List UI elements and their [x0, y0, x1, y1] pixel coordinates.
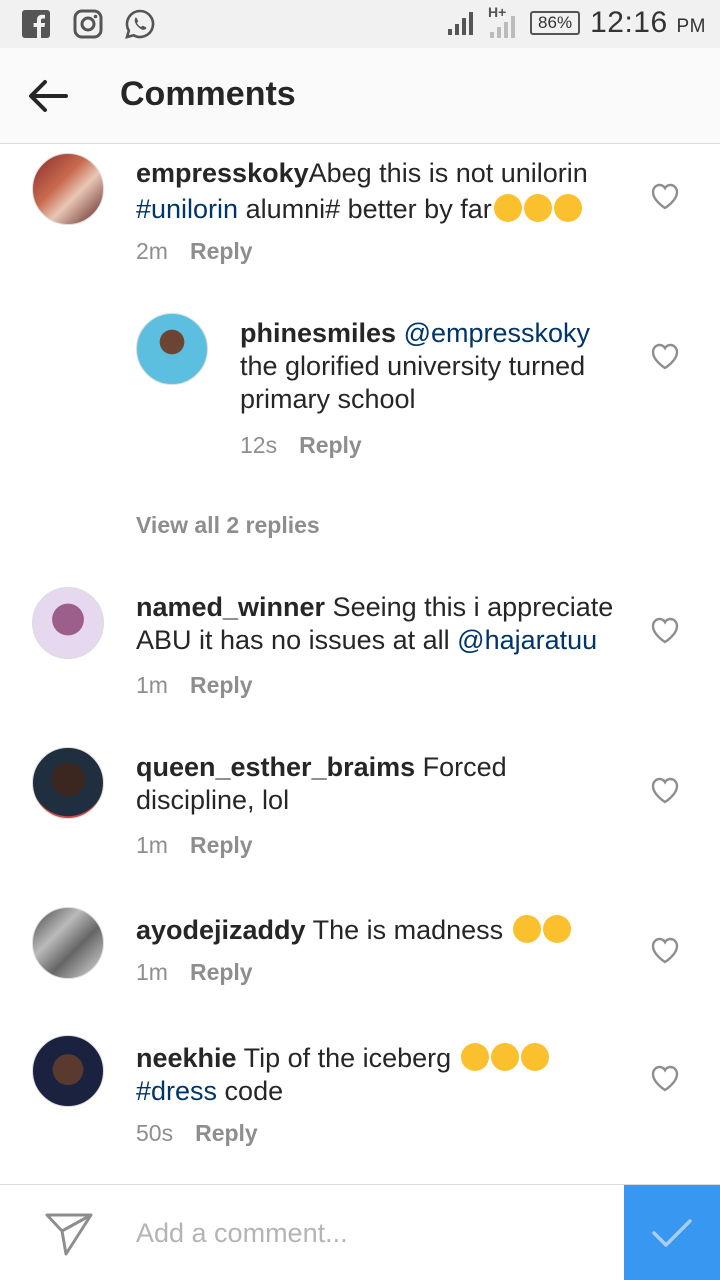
back-button[interactable] [24, 74, 72, 118]
avatar[interactable] [136, 313, 208, 385]
heart-icon[interactable] [650, 936, 680, 964]
comments-list[interactable]: empresskokyAbeg this is not unilorin #un… [0, 145, 720, 1185]
emoji-icon [523, 194, 552, 222]
comment-body: code [217, 1076, 284, 1106]
heart-icon[interactable] [650, 776, 680, 804]
avatar[interactable] [32, 587, 104, 659]
hashtag-link[interactable]: #unilorin [136, 194, 238, 224]
heart-icon[interactable] [650, 182, 680, 210]
comment-composer [0, 1184, 720, 1280]
emoji-icon [460, 1043, 489, 1071]
checkmark-icon [652, 1219, 692, 1247]
reply-button[interactable]: Reply [190, 832, 253, 859]
view-replies-button[interactable]: View all 2 replies [136, 512, 320, 539]
reply-button[interactable]: Reply [195, 1120, 258, 1147]
hashtag-link[interactable]: #dress [136, 1076, 217, 1106]
avatar[interactable] [32, 907, 104, 979]
heart-icon[interactable] [650, 342, 680, 370]
comment-meta: 1m Reply [136, 672, 253, 699]
comment-username[interactable]: neekhie [136, 1043, 237, 1073]
comment-body: Abeg this is not unilorin [308, 158, 588, 188]
reply-button[interactable]: Reply [190, 959, 253, 986]
comment-text: named_winner Seeing this i appreciate AB… [136, 591, 626, 657]
page-title: Comments [120, 75, 296, 113]
emoji-icon [490, 1043, 519, 1071]
app-header: Comments [0, 48, 720, 144]
comment-time: 12s [240, 432, 278, 458]
mobile-data-indicator: H+ [486, 4, 520, 40]
comment-time: 50s [136, 1120, 174, 1146]
signal-icon-2 [490, 16, 516, 38]
emoji-icon [512, 915, 541, 943]
avatar[interactable] [32, 153, 104, 225]
facebook-icon [22, 10, 50, 39]
comment-username[interactable]: ayodejizaddy [136, 915, 306, 945]
comment-body: the glorified university turned primary … [240, 351, 586, 414]
system-status: H+ 86% 12:16 PM [446, 4, 706, 40]
comment-input[interactable] [136, 1205, 606, 1261]
comment-time: 1m [136, 672, 168, 698]
comment-text: phinesmiles @empresskoky the glorified u… [240, 317, 630, 416]
reply-button[interactable]: Reply [190, 238, 253, 265]
emoji-icon [520, 1043, 549, 1071]
comment-username[interactable]: phinesmiles [240, 318, 396, 348]
mention-link[interactable]: @hajaratuu [457, 625, 597, 655]
comment-body: Tip of the iceberg [236, 1043, 459, 1073]
comment-username[interactable]: empresskoky [136, 158, 309, 188]
avatar[interactable] [32, 747, 104, 819]
clock-ampm: PM [676, 16, 706, 37]
comment-time: 2m [136, 238, 168, 264]
heart-icon[interactable] [650, 616, 680, 644]
emoji-icon [553, 194, 582, 222]
avatar[interactable] [32, 1035, 104, 1107]
battery-indicator: 86% [530, 11, 581, 35]
clock-time: 12:16 [590, 6, 668, 39]
status-bar: H+ 86% 12:16 PM [0, 0, 720, 48]
comment-time: 1m [136, 959, 168, 985]
comment-text: neekhie Tip of the iceberg #dress code [136, 1039, 626, 1108]
mention-link[interactable]: @empresskoky [404, 318, 590, 348]
comment-meta: 12s Reply [240, 432, 362, 459]
comment-meta: 50s Reply [136, 1120, 258, 1147]
comment-meta: 2m Reply [136, 238, 253, 265]
arrow-left-icon [29, 80, 68, 112]
comment-text: queen_esther_braims Forced discipline, l… [136, 751, 626, 817]
comment-text: ayodejizaddy The is madness [136, 911, 626, 947]
emoji-icon [493, 194, 522, 222]
comment-username[interactable]: queen_esther_braims [136, 752, 415, 782]
notification-icons [20, 8, 156, 40]
direct-send-icon[interactable] [44, 1211, 94, 1257]
instagram-icon [73, 9, 103, 39]
battery-percent: 86% [538, 13, 573, 32]
comment-time: 1m [136, 832, 168, 858]
comment-username[interactable]: named_winner [136, 592, 325, 622]
comment-body: The is madness [305, 915, 511, 945]
comment-meta: 1m Reply [136, 832, 253, 859]
signal-icon [448, 12, 474, 35]
heart-icon[interactable] [650, 1064, 680, 1092]
post-comment-button[interactable] [624, 1185, 720, 1280]
whatsapp-icon [125, 9, 155, 39]
emoji-icon [542, 915, 571, 943]
comment-meta: 1m Reply [136, 959, 253, 986]
clock: 12:16 PM [590, 6, 706, 40]
comment-body: alumni# better by far [238, 194, 492, 224]
reply-button[interactable]: Reply [299, 432, 362, 459]
comment-text: empresskokyAbeg this is not unilorin #un… [136, 157, 626, 226]
reply-button[interactable]: Reply [190, 672, 253, 699]
